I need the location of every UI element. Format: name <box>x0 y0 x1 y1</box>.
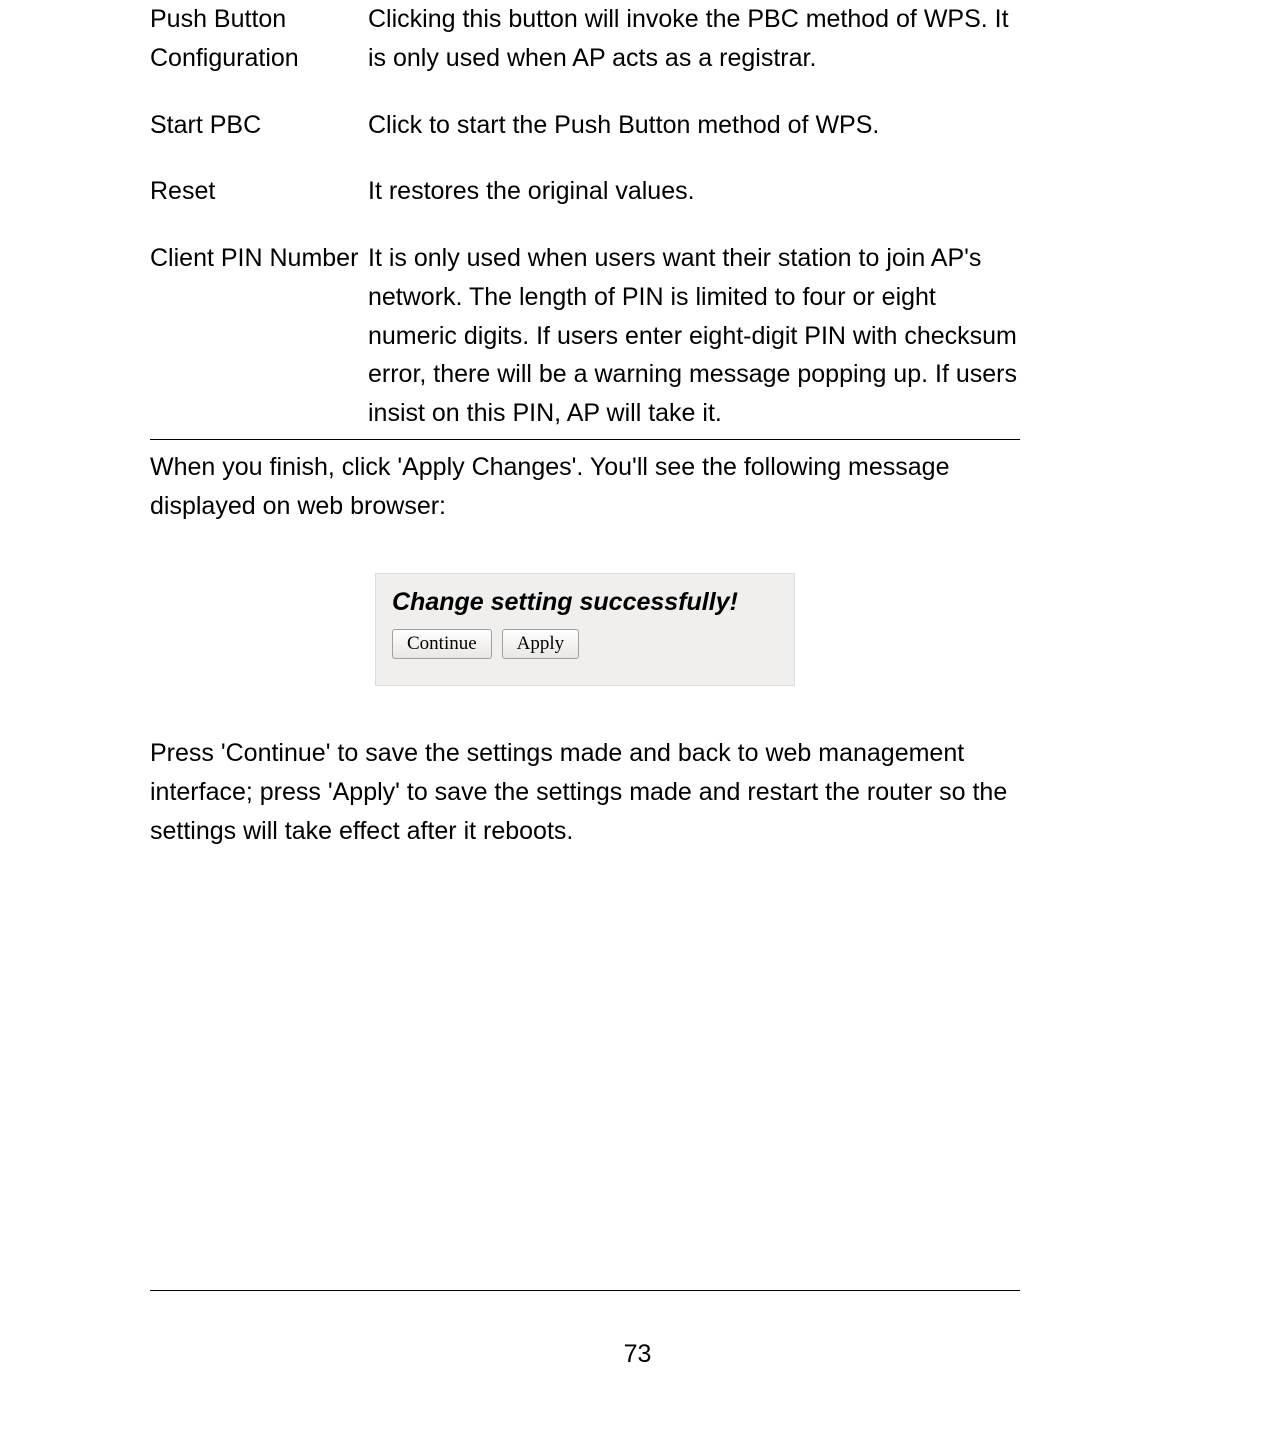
continue-button[interactable]: Continue <box>392 629 492 659</box>
term-cell: Reset <box>150 172 368 239</box>
table-row: Client PIN Number It is only used when u… <box>150 239 1020 439</box>
term-cell: Client PIN Number <box>150 239 368 439</box>
table-row: Start PBC Click to start the Push Button… <box>150 106 1020 173</box>
desc-cell: Clicking this button will invoke the PBC… <box>368 0 1020 106</box>
success-dialog: Change setting successfully! Continue Ap… <box>375 573 795 686</box>
footer-rule <box>150 1290 1020 1291</box>
desc-cell: It restores the original values. <box>368 172 1020 239</box>
definitions-table: Push Button Configuration Clicking this … <box>150 0 1020 439</box>
paragraph-after-table: When you finish, click 'Apply Changes'. … <box>150 448 1020 526</box>
term-cell: Push Button Configuration <box>150 0 368 106</box>
desc-cell: It is only used when users want their st… <box>368 239 1020 439</box>
page-number: 73 <box>0 1340 1275 1369</box>
paragraph-after-dialog: Press 'Continue' to save the settings ma… <box>150 734 1020 850</box>
table-row: Reset It restores the original values. <box>150 172 1020 239</box>
dialog-button-row: Continue Apply <box>392 629 778 659</box>
term-cell: Start PBC <box>150 106 368 173</box>
dialog-container: Change setting successfully! Continue Ap… <box>150 573 1020 686</box>
content-area: Push Button Configuration Clicking this … <box>150 0 1020 851</box>
dialog-title: Change setting successfully! <box>392 588 778 617</box>
apply-button[interactable]: Apply <box>502 629 580 659</box>
table-bottom-rule <box>150 439 1020 440</box>
table-row: Push Button Configuration Clicking this … <box>150 0 1020 106</box>
document-page: Push Button Configuration Clicking this … <box>0 0 1275 1437</box>
desc-cell: Click to start the Push Button method of… <box>368 106 1020 173</box>
